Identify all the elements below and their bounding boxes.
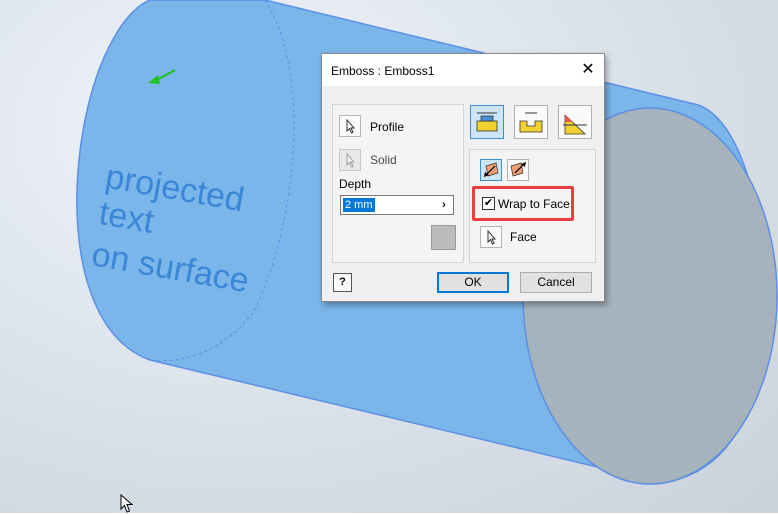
emboss-engrave-plane-button[interactable] bbox=[558, 105, 592, 139]
color-swatch-button[interactable] bbox=[431, 225, 456, 250]
direction-1-button[interactable] bbox=[480, 159, 502, 181]
engrave-icon bbox=[519, 112, 543, 133]
profile-label: Profile bbox=[370, 120, 405, 134]
close-button[interactable]: ✕ bbox=[578, 60, 598, 80]
dialog-title: Emboss : Emboss1 bbox=[331, 64, 435, 78]
depth-label: Depth bbox=[339, 177, 372, 191]
ok-button[interactable]: OK bbox=[437, 272, 509, 293]
direction-2-button[interactable] bbox=[507, 159, 529, 181]
select-arrow-icon bbox=[346, 118, 355, 134]
wrap-to-face-highlight bbox=[472, 186, 574, 221]
emboss-engrave-icon bbox=[563, 114, 587, 135]
emboss-from-face-button[interactable] bbox=[470, 105, 504, 139]
dialog-titlebar[interactable]: Emboss : Emboss1 ✕ bbox=[322, 54, 604, 86]
select-arrow-icon bbox=[346, 152, 355, 168]
emboss-icon bbox=[476, 112, 498, 132]
engrave-from-face-button[interactable] bbox=[514, 105, 548, 139]
cancel-button[interactable]: Cancel bbox=[520, 272, 592, 293]
help-button[interactable]: ? bbox=[333, 273, 352, 292]
mouse-cursor-icon bbox=[120, 494, 134, 513]
face-select-button[interactable] bbox=[480, 226, 502, 248]
direction-left-icon bbox=[484, 162, 499, 177]
face-label: Face bbox=[510, 230, 537, 244]
direction-right-icon bbox=[510, 162, 526, 177]
profile-select-button[interactable] bbox=[339, 115, 361, 137]
emboss-dialog: Emboss : Emboss1 ✕ Profile Solid Depth 2… bbox=[321, 53, 605, 302]
solid-label: Solid bbox=[370, 153, 397, 167]
select-arrow-icon bbox=[487, 229, 496, 245]
solid-select-button[interactable] bbox=[339, 149, 361, 171]
depth-menu-arrow[interactable]: › bbox=[436, 195, 452, 215]
depth-value: 2 mm bbox=[343, 198, 375, 212]
